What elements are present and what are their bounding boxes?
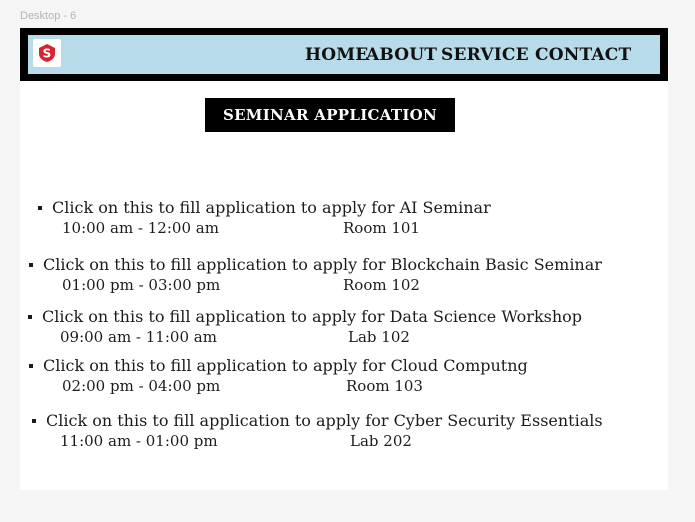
- seminar-time: 10:00 am - 12:00 am: [62, 219, 219, 237]
- seminar-room: Room 102: [343, 276, 420, 294]
- page-title: SEMINAR APPLICATION: [205, 98, 455, 132]
- bullet-icon: [38, 206, 42, 210]
- nav-home-link[interactable]: HOME: [305, 45, 368, 65]
- nav-about-link[interactable]: ABOUT: [366, 45, 437, 65]
- bullet-icon: [29, 263, 33, 267]
- seminar-room: Lab 102: [348, 328, 410, 346]
- seminar-apply-link[interactable]: Click on this to fill application to app…: [43, 255, 602, 274]
- logo-letter: S: [43, 47, 52, 61]
- seminar-apply-link[interactable]: Click on this to fill application to app…: [52, 198, 491, 217]
- seminar-apply-link[interactable]: Click on this to fill application to app…: [46, 411, 603, 430]
- seminar-time: 11:00 am - 01:00 pm: [60, 432, 218, 450]
- seminar-time: 02:00 pm - 04:00 pm: [62, 377, 221, 395]
- seminar-apply-link[interactable]: Click on this to fill application to app…: [42, 307, 582, 326]
- seminar-time: 01:00 pm - 03:00 pm: [62, 276, 221, 294]
- seminar-time: 09:00 am - 11:00 am: [60, 328, 217, 346]
- bullet-icon: [28, 315, 32, 319]
- frame-label: Desktop - 6: [20, 10, 77, 22]
- s-logo-icon[interactable]: S: [33, 39, 61, 67]
- bullet-icon: [32, 419, 36, 423]
- navbar: S HOME ABOUT SERVICE CONTACT: [20, 28, 668, 81]
- s-logo-graphic: S: [39, 44, 55, 62]
- nav-contact-link[interactable]: CONTACT: [535, 45, 631, 65]
- navbar-inner: S HOME ABOUT SERVICE CONTACT: [28, 35, 660, 74]
- page-canvas: S HOME ABOUT SERVICE CONTACT SEMINAR APP…: [20, 28, 668, 490]
- nav-service-link[interactable]: SERVICE: [441, 45, 529, 65]
- bullet-icon: [29, 364, 33, 368]
- seminar-room: Room 103: [346, 377, 423, 395]
- seminar-room: Room 101: [343, 219, 420, 237]
- seminar-apply-link[interactable]: Click on this to fill application to app…: [43, 356, 528, 375]
- seminar-room: Lab 202: [350, 432, 412, 450]
